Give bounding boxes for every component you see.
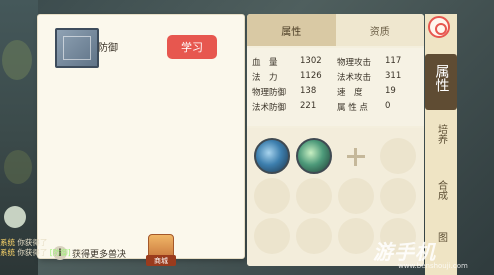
stat-row: 法术防御 221 属 性 点 0	[252, 99, 424, 114]
chat-tag: 系统	[0, 238, 15, 247]
side-tab-combine[interactable]: 合成	[425, 172, 457, 222]
stat-label-speed: 速 度	[337, 87, 363, 98]
side-tab-train[interactable]: 培养	[425, 116, 457, 166]
add-skill-icon[interactable]	[338, 138, 374, 174]
chat-text: 你获得了	[17, 248, 48, 257]
pet-attribute-panel: 属性 资质 血 量 1302 物理攻击 117 法 力 1126 法术攻击 311 物理…	[247, 14, 424, 266]
empty-skill-slot[interactable]	[380, 178, 416, 214]
stat-value-speed: 19	[385, 85, 396, 96]
stat-label-mag-atk: 法术攻击	[337, 72, 372, 83]
learn-button[interactable]: 学习	[167, 35, 217, 59]
stat-label-attr-points: 属 性 点	[337, 102, 368, 113]
game-scene-background	[0, 0, 38, 275]
close-icon[interactable]	[428, 16, 450, 38]
chat-line: 系统 你获得了 [防御] x1	[0, 248, 120, 258]
stat-value-mp: 1126	[300, 70, 322, 81]
empty-skill-slot[interactable]	[338, 178, 374, 214]
chat-text: 你获得了	[17, 238, 48, 247]
side-tab-label: 培养	[435, 124, 447, 144]
skill-name: 防御	[98, 43, 118, 54]
stat-value-hp: 1302	[300, 55, 322, 66]
panel-tabs: 属性 资质	[247, 14, 424, 46]
stat-value-mag-atk: 311	[385, 70, 402, 81]
character-avatar[interactable]	[4, 206, 26, 228]
stat-value-attr-points: 0	[385, 100, 391, 111]
stat-label-phys-atk: 物理攻击	[337, 57, 372, 68]
chat-log: 系统 你获得了 系统 你获得了 [防御] x1	[0, 238, 120, 258]
skill-slot-water-icon[interactable]	[254, 138, 290, 174]
watermark-url: www.benshouji.com	[398, 262, 468, 270]
chat-item[interactable]: [防御]	[50, 248, 71, 257]
watermark-text: 游手机	[373, 240, 436, 264]
skill-book-icon	[55, 28, 99, 68]
empty-skill-slot[interactable]	[254, 178, 290, 214]
stat-label-phys-def: 物理防御	[252, 87, 287, 98]
empty-skill-slot[interactable]	[296, 218, 332, 254]
stat-label-mag-def: 法术防御	[252, 102, 287, 113]
scene-foliage	[4, 150, 32, 184]
tab-attributes[interactable]: 属性	[247, 14, 336, 46]
stat-value-phys-atk: 117	[385, 55, 402, 66]
scene-foliage	[2, 40, 32, 80]
empty-skill-slot[interactable]	[338, 218, 374, 254]
skill-detail-popup: 防御 学习 i 获得更多兽决 商城	[37, 14, 245, 266]
chat-count: x1	[73, 248, 83, 257]
stat-row: 物理防御 138 速 度 19	[252, 84, 424, 99]
shop-label[interactable]: 商城	[146, 255, 176, 266]
empty-skill-slot[interactable]	[380, 138, 416, 174]
stat-row: 血 量 1302 物理攻击 117	[252, 54, 424, 69]
chat-line: 系统 你获得了	[0, 238, 120, 248]
skill-slot-wind-icon[interactable]	[296, 138, 332, 174]
side-tab-label: 合成	[435, 180, 447, 200]
stat-label-hp: 血 量	[252, 57, 278, 68]
side-tab-attributes[interactable]: 属性	[425, 54, 457, 110]
stat-label-mp: 法 力	[252, 72, 278, 83]
chat-tag: 系统	[0, 248, 15, 257]
side-tab-label: 属性	[433, 64, 450, 92]
empty-skill-slot[interactable]	[254, 218, 290, 254]
stats-table: 血 量 1302 物理攻击 117 法 力 1126 法术攻击 311 物理防御 138 …	[247, 48, 424, 156]
stat-value-mag-def: 221	[300, 100, 317, 111]
empty-skill-slot[interactable]	[296, 178, 332, 214]
tab-aptitude[interactable]: 资质	[335, 14, 424, 46]
side-tab-label: 图	[435, 232, 447, 242]
stat-row: 法 力 1126 法术攻击 311	[252, 69, 424, 84]
stat-value-phys-def: 138	[300, 85, 317, 96]
